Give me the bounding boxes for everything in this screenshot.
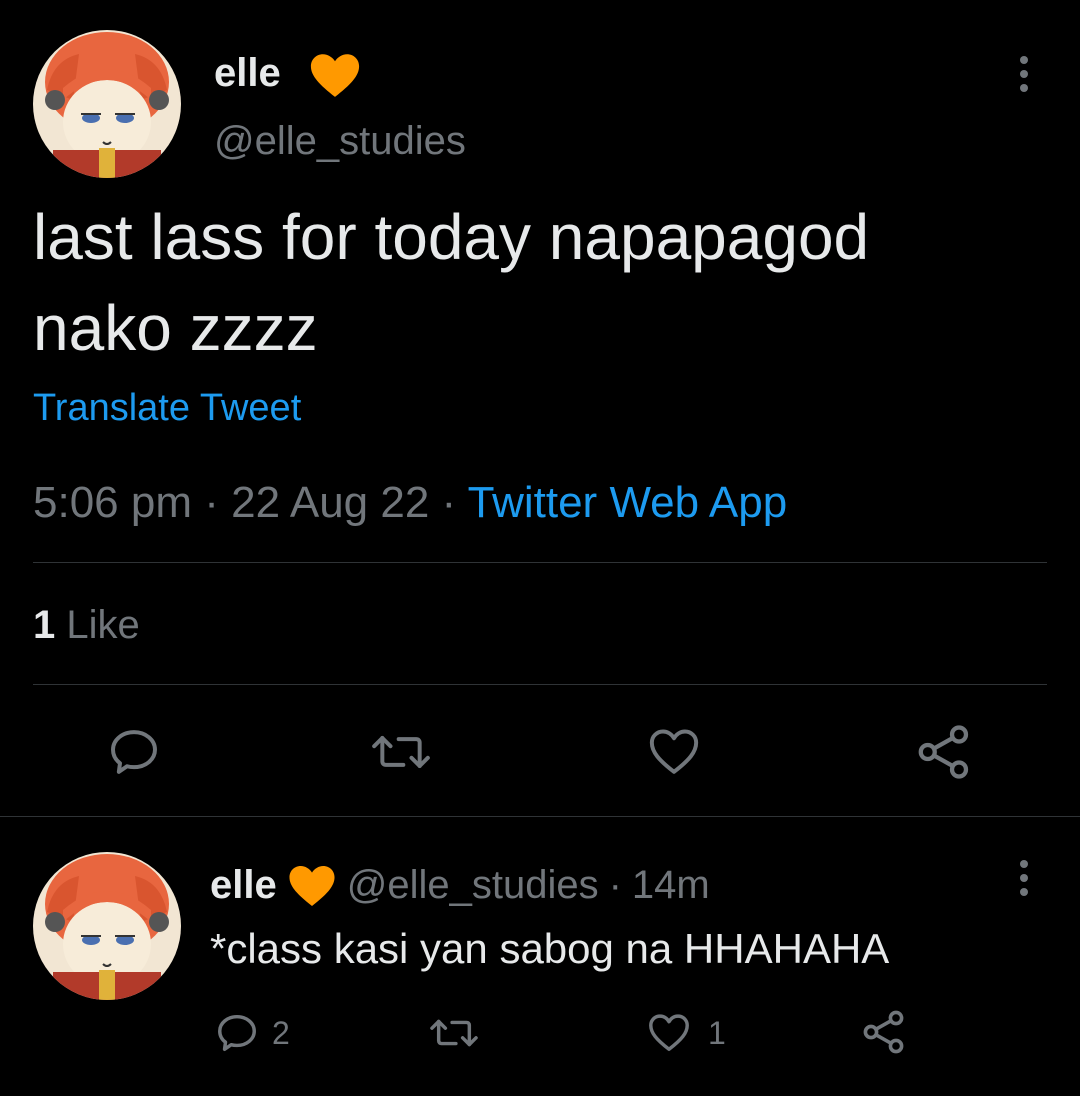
section-divider [0, 816, 1080, 817]
author-name[interactable]: elle [214, 50, 281, 96]
likes-label: Like [66, 603, 140, 647]
author-avatar[interactable] [33, 30, 181, 178]
reply-author-handle[interactable]: @elle_studies [347, 862, 599, 908]
reply-like-button[interactable]: 1 [646, 1010, 726, 1056]
reply-retweet-button[interactable] [428, 1010, 480, 1056]
tweet-meta: 5:06 pm · 22 Aug 22 · Twitter Web App [33, 478, 787, 528]
share-icon [863, 1010, 904, 1054]
reply-icon [218, 1014, 256, 1052]
reply-separator: · [608, 863, 622, 907]
tweet-text: last lass for today napapagod nako zzzz [33, 201, 870, 364]
heart-icon [649, 729, 699, 774]
reply-text: *class kasi yan sabog na HHAHAHA [210, 925, 890, 972]
tweet-time[interactable]: 5:06 pm [33, 478, 192, 527]
heart-badge-icon [287, 864, 337, 907]
heart-badge-icon [308, 52, 362, 98]
reply-share-button[interactable] [860, 1008, 908, 1056]
divider [33, 562, 1047, 563]
reply-like-count: 1 [708, 1014, 726, 1051]
reply-icon [111, 730, 157, 774]
likes-count: 1 [33, 603, 56, 647]
translate-tweet-link[interactable]: Translate Tweet [33, 386, 301, 430]
heart-icon [649, 1014, 689, 1052]
meta-separator: · [204, 478, 219, 527]
retweet-icon [372, 736, 430, 768]
more-vertical-icon[interactable] [1004, 54, 1044, 94]
reply-count: 2 [272, 1014, 290, 1051]
likes-summary[interactable]: 1 Like [33, 602, 140, 648]
reply-button[interactable] [106, 724, 162, 780]
reply-time[interactable]: 14m [632, 862, 710, 908]
tweet-source[interactable]: Twitter Web App [468, 478, 788, 527]
share-button[interactable] [914, 722, 974, 782]
more-vertical-icon[interactable] [1004, 858, 1044, 898]
retweet-button[interactable] [370, 724, 432, 780]
retweet-icon [430, 1019, 478, 1047]
reply-reply-button[interactable]: 2 [214, 1010, 290, 1056]
divider [33, 684, 1047, 685]
meta-separator: · [441, 478, 457, 527]
like-button[interactable] [646, 724, 702, 780]
reply-author-avatar[interactable] [33, 852, 181, 1000]
tweet-date[interactable]: 22 Aug 22 [231, 478, 429, 527]
author-handle[interactable]: @elle_studies [214, 118, 466, 164]
reply-author-name[interactable]: elle [210, 862, 277, 908]
reply-header: elle @elle_studies · 14m [210, 862, 710, 908]
share-icon [918, 725, 969, 779]
